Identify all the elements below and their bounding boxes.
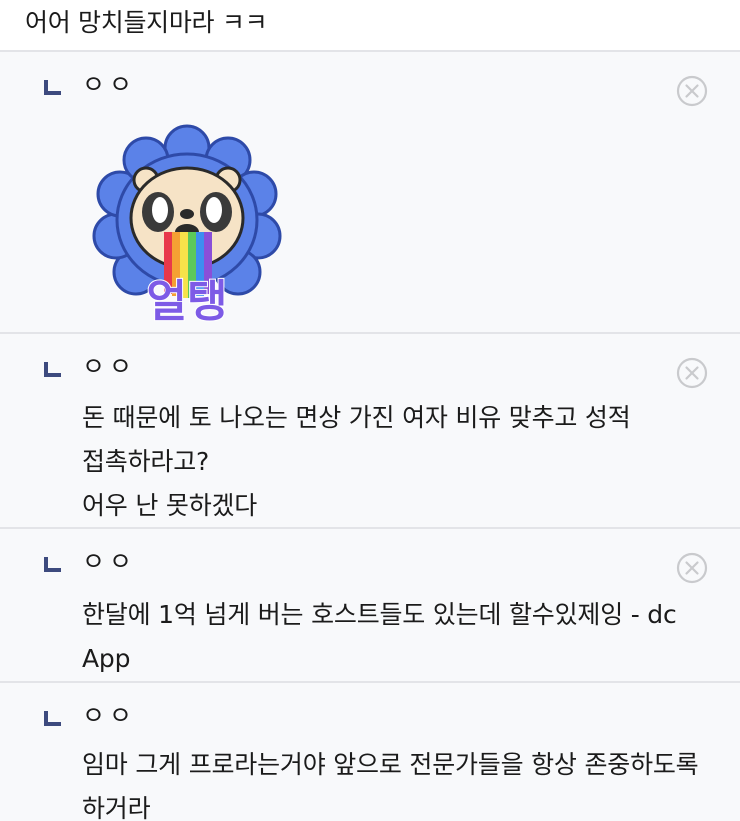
parent-comment-text: 어어 망치들지마라 ㅋㅋ (25, 8, 268, 37)
parent-comment: 어어 망치들지마라 ㅋㅋ (0, 0, 740, 52)
bear-rainbow-sticker: 얼탱 (92, 124, 282, 326)
reply-item: ㅇㅇ 돈 때문에 토 나오는 면상 가진 여자 비유 맞추고 성적 접촉하라고?… (0, 334, 740, 529)
reply-nickname: ㅇㅇ (82, 701, 137, 730)
reply-text: 임마 그게 프로라는거야 앞으로 전문가들을 항상 존중하도록 하거라 (82, 750, 707, 821)
delete-circle-icon[interactable] (676, 357, 708, 389)
reply-nickname: ㅇㅇ (82, 547, 137, 576)
delete-circle-icon[interactable] (676, 75, 708, 107)
delete-circle-icon[interactable] (676, 552, 708, 584)
reply-arrow-icon (44, 362, 61, 377)
reply-item: ㅇㅇ 얼탱 (0, 52, 740, 334)
reply-item: ㅇㅇ 임마 그게 프로라는거야 앞으로 전문가들을 항상 존중하도록 하거라 (0, 683, 740, 821)
reply-arrow-icon (44, 80, 61, 95)
reply-arrow-icon (44, 711, 61, 726)
reply-nickname: ㅇㅇ (82, 70, 137, 99)
reply-text: 한달에 1억 넘게 버는 호스트들도 있는데 할수있제잉 - dc App (82, 600, 685, 673)
comment-thread: 어어 망치들지마라 ㅋㅋ ㅇㅇ 얼탱 ㅇㅇ 돈 때문에 토 나오는 면상 가진 … (0, 0, 740, 821)
reply-text: 돈 때문에 토 나오는 면상 가진 여자 비유 맞추고 성적 접촉하라고? 어우… (82, 403, 631, 520)
reply-arrow-icon (44, 557, 61, 572)
reply-nickname: ㅇㅇ (82, 352, 137, 381)
reply-item: ㅇㅇ 한달에 1억 넘게 버는 호스트들도 있는데 할수있제잉 - dc App (0, 529, 740, 683)
sticker-label: 얼탱 (147, 276, 228, 326)
